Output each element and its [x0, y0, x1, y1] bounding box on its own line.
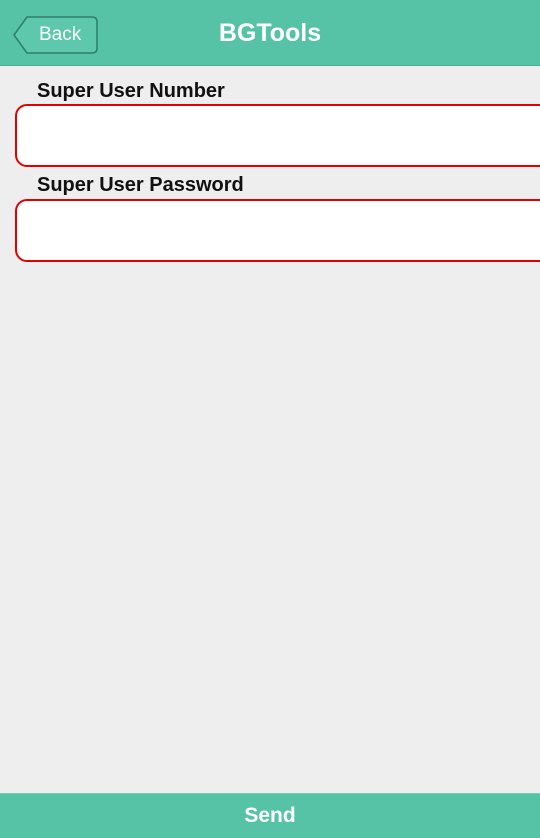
send-button[interactable]: Send: [0, 793, 540, 838]
back-button-label: Back: [39, 24, 82, 45]
back-button[interactable]: Back: [13, 16, 98, 54]
send-button-label: Send: [244, 804, 296, 827]
super-user-number-input[interactable]: [15, 104, 540, 167]
header-bar: BGTools Back: [0, 0, 540, 66]
super-user-password-input[interactable]: [15, 199, 540, 262]
super-user-password-field-wrapper: [15, 199, 540, 266]
super-user-number-label: Super User Number: [37, 80, 225, 102]
super-user-password-label: Super User Password: [37, 174, 244, 196]
super-user-number-field-wrapper: [15, 104, 540, 171]
